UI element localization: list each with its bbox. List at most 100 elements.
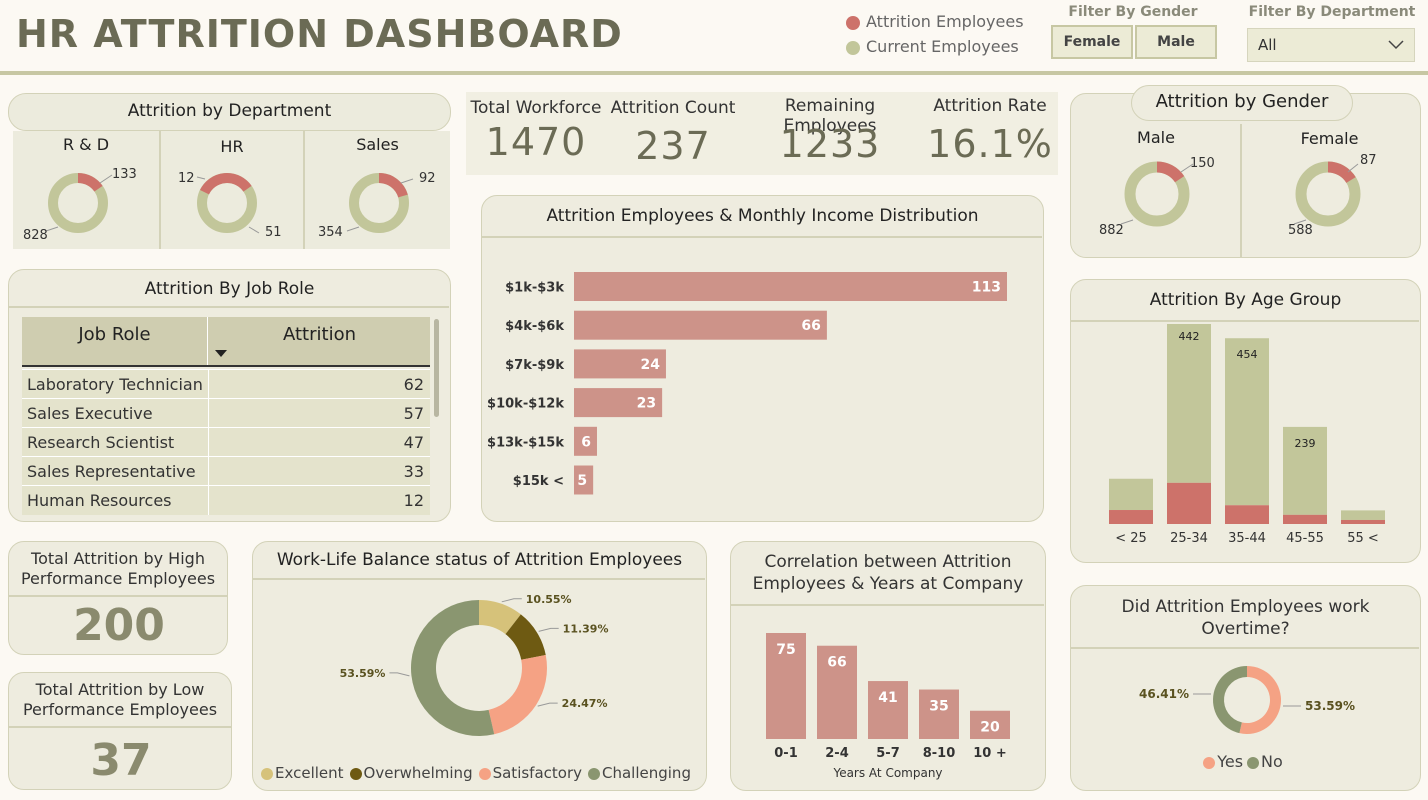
divider — [1071, 320, 1419, 322]
legend-dot-icon — [1247, 756, 1260, 769]
high-perf-card: Total Attrition by High Performance Empl… — [8, 541, 228, 655]
attrition-cell: 12 — [208, 485, 430, 515]
col-job-role-header[interactable]: Job Role — [22, 317, 208, 365]
dept-hr-current: 51 — [265, 225, 282, 240]
dept-sales-attrition: 92 — [419, 171, 436, 186]
donut-female — [1293, 161, 1361, 227]
divider — [731, 604, 1044, 606]
kpi-rate-label: Attrition Rate — [933, 96, 1047, 116]
kpi-attrition-value: 237 — [635, 124, 711, 168]
overtime-value-label: 46.41% — [1139, 687, 1189, 701]
worklife-legend: Excellent Overwhelming Satisfactory Challen… — [261, 764, 701, 782]
years-value-label: 41 — [878, 690, 897, 706]
years-x-axis-label: Years At Company — [832, 766, 942, 780]
years-category-label: 0-1 — [774, 746, 798, 761]
attrition-dot-icon — [846, 15, 860, 30]
filter-gender-label: Filter By Gender — [1068, 4, 1198, 20]
age-attrition-bar — [1341, 519, 1385, 524]
gender-female-attrition: 87 — [1360, 153, 1377, 168]
divider — [253, 578, 705, 580]
sort-desc-icon[interactable] — [215, 350, 227, 358]
age-category-label: 45-55 — [1286, 531, 1324, 546]
income-value-label: 5 — [577, 473, 587, 489]
income-value-label: 6 — [581, 434, 591, 450]
col-attrition-header[interactable]: Attrition — [209, 317, 430, 365]
kpi-strip: Total Workforce 1470 Attrition Count 237… — [466, 92, 1058, 175]
dept-rd-attrition: 133 — [112, 167, 137, 182]
worklife-panel: Work-Life Balance status of Attrition Em… — [252, 541, 707, 791]
income-value-label: 113 — [972, 280, 1001, 296]
income-value-label: 23 — [637, 396, 656, 412]
low-perf-title: Total Attrition by Low Performance Emplo… — [22, 680, 218, 719]
years-value-label: 35 — [929, 699, 948, 715]
filter-department-label: Filter By Department — [1248, 4, 1416, 20]
overtime-donut-chart: 53.59% 46.41% — [1139, 666, 1355, 734]
table-row[interactable]: Laboratory Technician 62 — [22, 369, 430, 399]
high-perf-title: Total Attrition by High Performance Empl… — [20, 549, 216, 588]
worklife-leader-line — [389, 672, 410, 677]
age-current-bar — [1225, 338, 1269, 506]
job-role-cell: Research Scientist — [22, 427, 209, 457]
worklife-donut-chart: 10.55% 11.39% 24.47% 53.59% — [340, 593, 609, 736]
legend-label: Current Employees — [866, 37, 1019, 56]
attrition-cell: 57 — [208, 398, 430, 428]
kpi-total-value: 1470 — [485, 120, 587, 164]
gender-male-button[interactable]: Male — [1135, 25, 1217, 59]
table-header: Job Role Attrition — [22, 317, 430, 367]
years-category-label: 5-7 — [876, 746, 900, 761]
worklife-leader-line — [538, 627, 559, 632]
donut-attrition — [378, 173, 408, 198]
department-dropdown[interactable]: All — [1247, 28, 1415, 62]
age-category-label: < 25 — [1115, 531, 1147, 546]
age-stacked-bar-chart: < 25 442 25-34 454 35-44 239 45-55 55 < — [1109, 324, 1385, 546]
table-row[interactable]: Sales Representative 33 — [22, 456, 430, 486]
attrition-cell: 33 — [208, 456, 430, 486]
overtime-legend-item: Yes — [1203, 752, 1243, 771]
years-panel: Correlation between Attrition Employees … — [730, 541, 1046, 791]
gender-male-attrition: 150 — [1190, 156, 1215, 171]
years-category-label: 10 + — [973, 746, 1007, 761]
job-role-cell: Human Resources — [22, 485, 209, 515]
income-bar — [574, 272, 1007, 301]
attrition-cell: 47 — [208, 427, 430, 457]
table-row[interactable]: Sales Executive 57 — [22, 398, 430, 428]
worklife-legend-item: Satisfactory — [478, 764, 582, 782]
dropdown-value: All — [1258, 36, 1277, 54]
job-role-panel: Attrition By Job Role Job Role Attrition… — [8, 269, 451, 522]
age-panel: Attrition By Age Group < 25 442 25-34 454 35… — [1070, 279, 1421, 563]
table-row[interactable]: Human Resources 12 — [22, 485, 430, 515]
table-scrollbar[interactable] — [434, 319, 439, 417]
income-category-label: $15k < — [513, 474, 564, 489]
years-value-label: 20 — [980, 720, 1000, 736]
age-category-label: 25-34 — [1170, 531, 1208, 546]
divider — [9, 595, 227, 597]
age-category-label: 55 < — [1347, 531, 1379, 546]
legend-dot-icon — [1203, 756, 1216, 769]
divider — [1071, 647, 1419, 649]
legend-label: Excellent — [275, 764, 344, 782]
age-value-label: 239 — [1295, 437, 1316, 450]
low-perf-card: Total Attrition by Low Performance Emplo… — [8, 672, 232, 790]
divider — [482, 236, 1042, 238]
current-dot-icon — [846, 40, 860, 55]
kpi-rate-value: 16.1% — [927, 122, 1053, 166]
gender-title-pill: Attrition by Gender — [1131, 85, 1353, 121]
age-attrition-bar — [1225, 505, 1269, 524]
low-perf-value: 37 — [90, 735, 152, 786]
job-role-table: Laboratory Technician 62 Sales Executive 57… — [22, 369, 430, 515]
donut-attrition — [1327, 161, 1356, 184]
income-panel: Attrition Employees & Monthly Income Dis… — [481, 195, 1044, 522]
years-title: Correlation between Attrition Employees … — [752, 552, 1024, 594]
overtime-title: Did Attrition Employees work Overtime? — [1121, 597, 1370, 639]
years-value-label: 75 — [776, 642, 795, 658]
age-attrition-bar — [1167, 482, 1211, 524]
income-value-label: 66 — [801, 318, 820, 334]
gender-female-button[interactable]: Female — [1051, 25, 1133, 59]
overtime-value-label: 53.59% — [1305, 699, 1355, 713]
donut-sales — [346, 173, 414, 233]
divider — [9, 726, 231, 728]
table-row[interactable]: Research Scientist 47 — [22, 427, 430, 457]
high-perf-value: 200 — [73, 600, 165, 651]
worklife-leader-line — [537, 702, 558, 707]
income-title: Attrition Employees & Monthly Income Dis… — [546, 206, 979, 226]
